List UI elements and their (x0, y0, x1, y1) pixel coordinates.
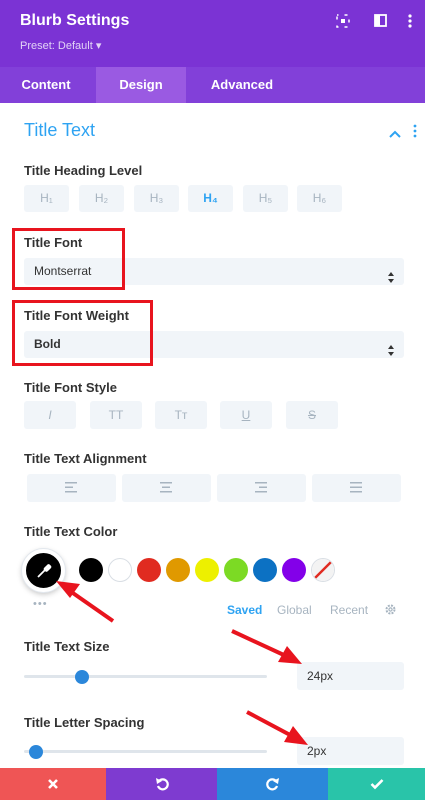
save-button[interactable] (328, 768, 425, 800)
redo-button[interactable] (217, 768, 328, 800)
annotation-arrows (56, 581, 308, 745)
footer-action-bar (0, 768, 425, 800)
discard-button[interactable] (0, 768, 106, 800)
undo-button[interactable] (106, 768, 217, 800)
